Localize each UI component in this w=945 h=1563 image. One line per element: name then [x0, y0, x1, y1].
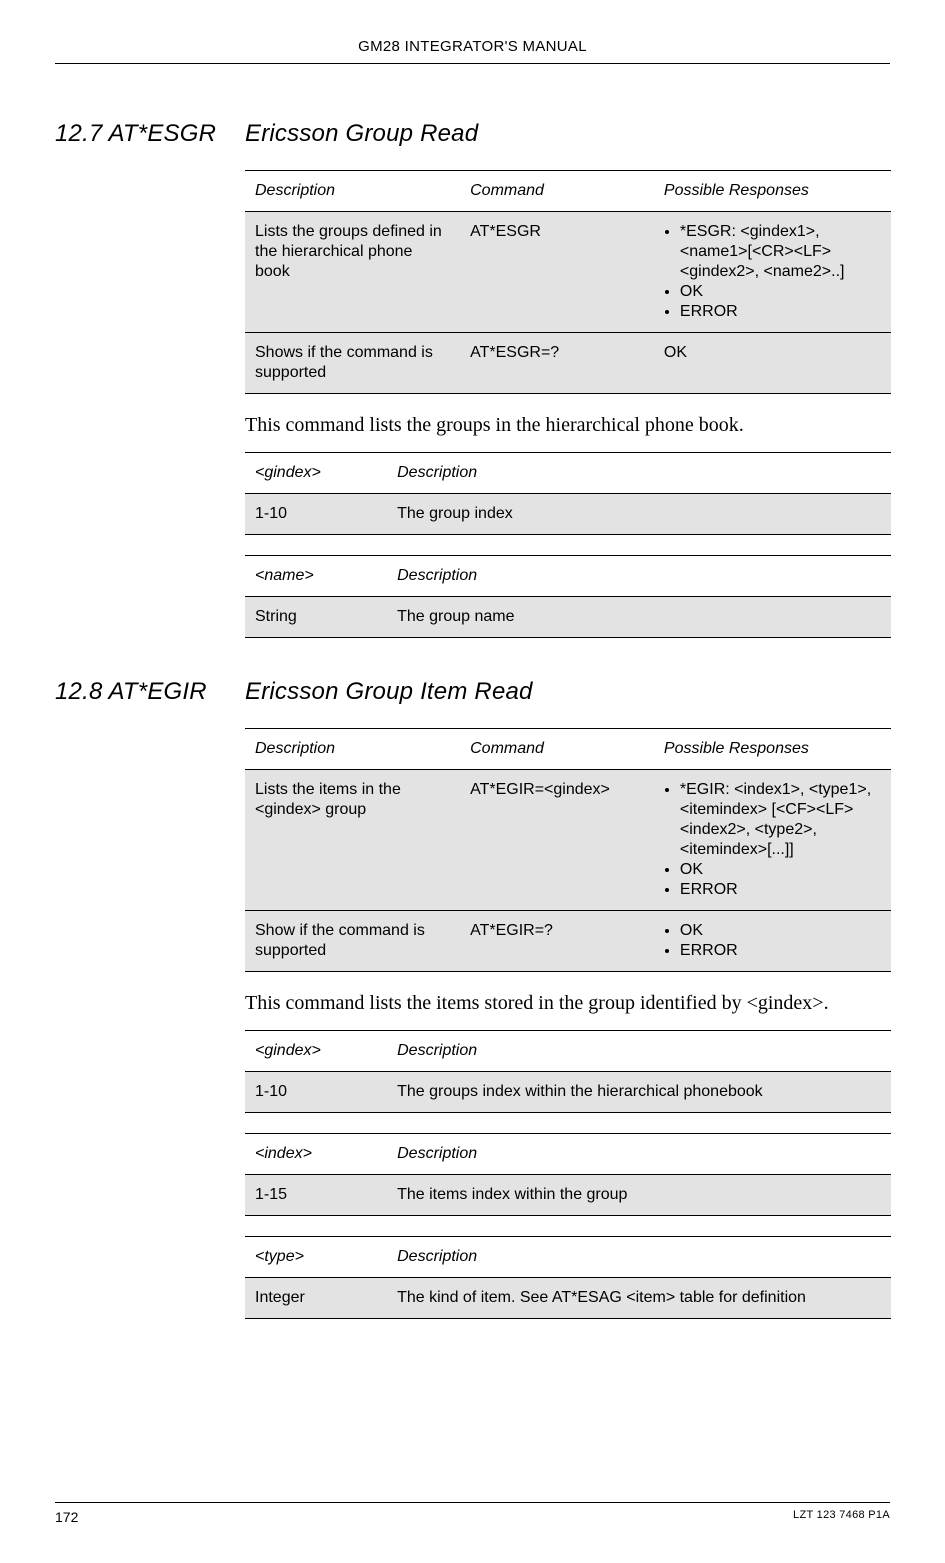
cmd-table-egir: Description Command Possible Responses L… — [245, 728, 891, 972]
td-param-val: The kind of item. See AT*ESAG <item> tab… — [387, 1278, 891, 1319]
td-param-val: The groups index within the hierarchical… — [387, 1072, 891, 1113]
td-desc: Show if the command is supported — [245, 911, 460, 972]
td-desc: Shows if the command is supported — [245, 333, 460, 394]
resp-item: OK — [680, 860, 879, 880]
body-text-128: This command lists the items stored in t… — [245, 990, 891, 1016]
td-cmd: AT*ESGR — [460, 212, 654, 333]
resp-item: *ESGR: <gindex1>, <name1>[<CR><LF><ginde… — [680, 222, 879, 282]
section-title-128: Ericsson Group Item Read — [245, 678, 533, 706]
th-param: <name> — [245, 556, 387, 597]
param-table-type: <type> Description Integer The kind of i… — [245, 1236, 891, 1319]
td-param-key: 1-10 — [245, 494, 387, 535]
td-param-val: The group name — [387, 597, 891, 638]
td-desc: Lists the items in the <gindex> group — [245, 770, 460, 911]
resp-item: OK — [680, 921, 879, 941]
param-table-gindex2: <gindex> Description 1-10 The groups ind… — [245, 1030, 891, 1113]
td-param-key: String — [245, 597, 387, 638]
resp-item: ERROR — [680, 302, 879, 322]
th-param: <index> — [245, 1134, 387, 1175]
th-param: <gindex> — [245, 1031, 387, 1072]
th-description: Description — [245, 729, 460, 770]
body-text-127: This command lists the groups in the hie… — [245, 412, 891, 438]
doc-id: LZT 123 7468 P1A — [793, 1509, 890, 1525]
th-param-desc: Description — [387, 1134, 891, 1175]
resp-item: ERROR — [680, 941, 879, 961]
cmd-table-esgr: Description Command Possible Responses L… — [245, 170, 891, 394]
param-table-gindex: <gindex> Description 1-10 The group inde… — [245, 452, 891, 535]
td-desc: Lists the groups defined in the hierarch… — [245, 212, 460, 333]
running-header: GM28 INTEGRATOR'S MANUAL — [55, 38, 890, 64]
td-cmd: AT*EGIR=<gindex> — [460, 770, 654, 911]
th-param-desc: Description — [387, 1237, 891, 1278]
th-command: Command — [460, 729, 654, 770]
param-table-index: <index> Description 1-15 The items index… — [245, 1133, 891, 1216]
td-param-val: The group index — [387, 494, 891, 535]
th-param-desc: Description — [387, 453, 891, 494]
section-number-128: 12.8 AT*EGIR — [55, 678, 245, 706]
td-param-key: 1-15 — [245, 1175, 387, 1216]
td-param-val: The items index within the group — [387, 1175, 891, 1216]
section-title-127: Ericsson Group Read — [245, 120, 478, 148]
td-resp: *EGIR: <index1>, <type1>,<itemindex> [<C… — [654, 770, 891, 911]
th-responses: Possible Responses — [654, 171, 891, 212]
th-command: Command — [460, 171, 654, 212]
resp-item: OK — [680, 282, 879, 302]
th-param: <gindex> — [245, 453, 387, 494]
td-param-key: 1-10 — [245, 1072, 387, 1113]
section-number-127: 12.7 AT*ESGR — [55, 120, 245, 148]
th-param-desc: Description — [387, 1031, 891, 1072]
th-param: <type> — [245, 1237, 387, 1278]
th-param-desc: Description — [387, 556, 891, 597]
td-param-key: Integer — [245, 1278, 387, 1319]
resp-item: ERROR — [680, 880, 879, 900]
td-cmd: AT*EGIR=? — [460, 911, 654, 972]
th-responses: Possible Responses — [654, 729, 891, 770]
th-description: Description — [245, 171, 460, 212]
td-resp: OK ERROR — [654, 911, 891, 972]
param-table-name: <name> Description String The group name — [245, 555, 891, 638]
page-number: 172 — [55, 1509, 78, 1525]
td-cmd: AT*ESGR=? — [460, 333, 654, 394]
td-resp: OK — [654, 333, 891, 394]
td-resp: *ESGR: <gindex1>, <name1>[<CR><LF><ginde… — [654, 212, 891, 333]
resp-item: *EGIR: <index1>, <type1>,<itemindex> [<C… — [680, 780, 879, 860]
